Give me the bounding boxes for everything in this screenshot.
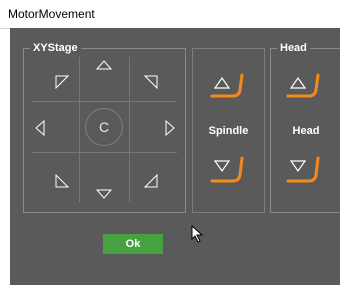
head-down-button[interactable] [281, 154, 329, 190]
arrow-up-left-icon [55, 75, 69, 89]
arrow-up-icon [96, 60, 112, 70]
move-down-left-button[interactable] [50, 171, 74, 191]
move-right-button[interactable] [158, 118, 182, 138]
xystage-grid-line [79, 57, 80, 202]
center-button[interactable]: C [85, 108, 123, 146]
xystage-legend: XYStage [30, 41, 81, 55]
head-up-button[interactable] [281, 71, 329, 107]
move-down-button[interactable] [92, 184, 116, 204]
spindle-down-button[interactable] [205, 154, 253, 190]
arrow-down-right-icon [144, 174, 158, 188]
head-up-icon [286, 73, 320, 98]
move-left-button[interactable] [28, 118, 52, 138]
arrow-left-icon [35, 120, 45, 136]
arrow-down-left-icon [55, 174, 69, 188]
spindle-up-icon [210, 73, 244, 98]
head-down-icon [286, 156, 320, 183]
xystage-grid-line [32, 152, 177, 153]
xystage-grid-line [32, 101, 177, 102]
head-legend: Head [277, 41, 310, 55]
ok-button[interactable]: Ok [103, 234, 163, 254]
arrow-right-icon [165, 120, 175, 136]
window-client-area: XYStage C Spindle Head Head Ok [10, 28, 340, 285]
move-up-right-button[interactable] [139, 72, 163, 92]
arrow-down-icon [96, 189, 112, 199]
head-group: Head Head [270, 41, 340, 213]
move-down-right-button[interactable] [139, 171, 163, 191]
xystage-group: XYStage C [23, 41, 186, 213]
xystage-grid-line [129, 57, 130, 202]
head-label: Head [292, 125, 320, 137]
motor-movement-window: MotorMovement XYStage C Spindle Head Hea… [0, 0, 340, 285]
move-up-button[interactable] [92, 55, 116, 75]
window-title: MotorMovement [8, 7, 95, 21]
spindle-up-button[interactable] [205, 71, 253, 107]
title-bar: MotorMovement [0, 0, 340, 29]
spindle-panel: Spindle [192, 48, 265, 213]
center-button-label: C [98, 119, 110, 135]
mouse-cursor-icon [191, 225, 203, 243]
spindle-down-icon [210, 156, 244, 183]
arrow-up-right-icon [144, 75, 158, 89]
spindle-label: Spindle [208, 125, 249, 137]
move-up-left-button[interactable] [50, 72, 74, 92]
